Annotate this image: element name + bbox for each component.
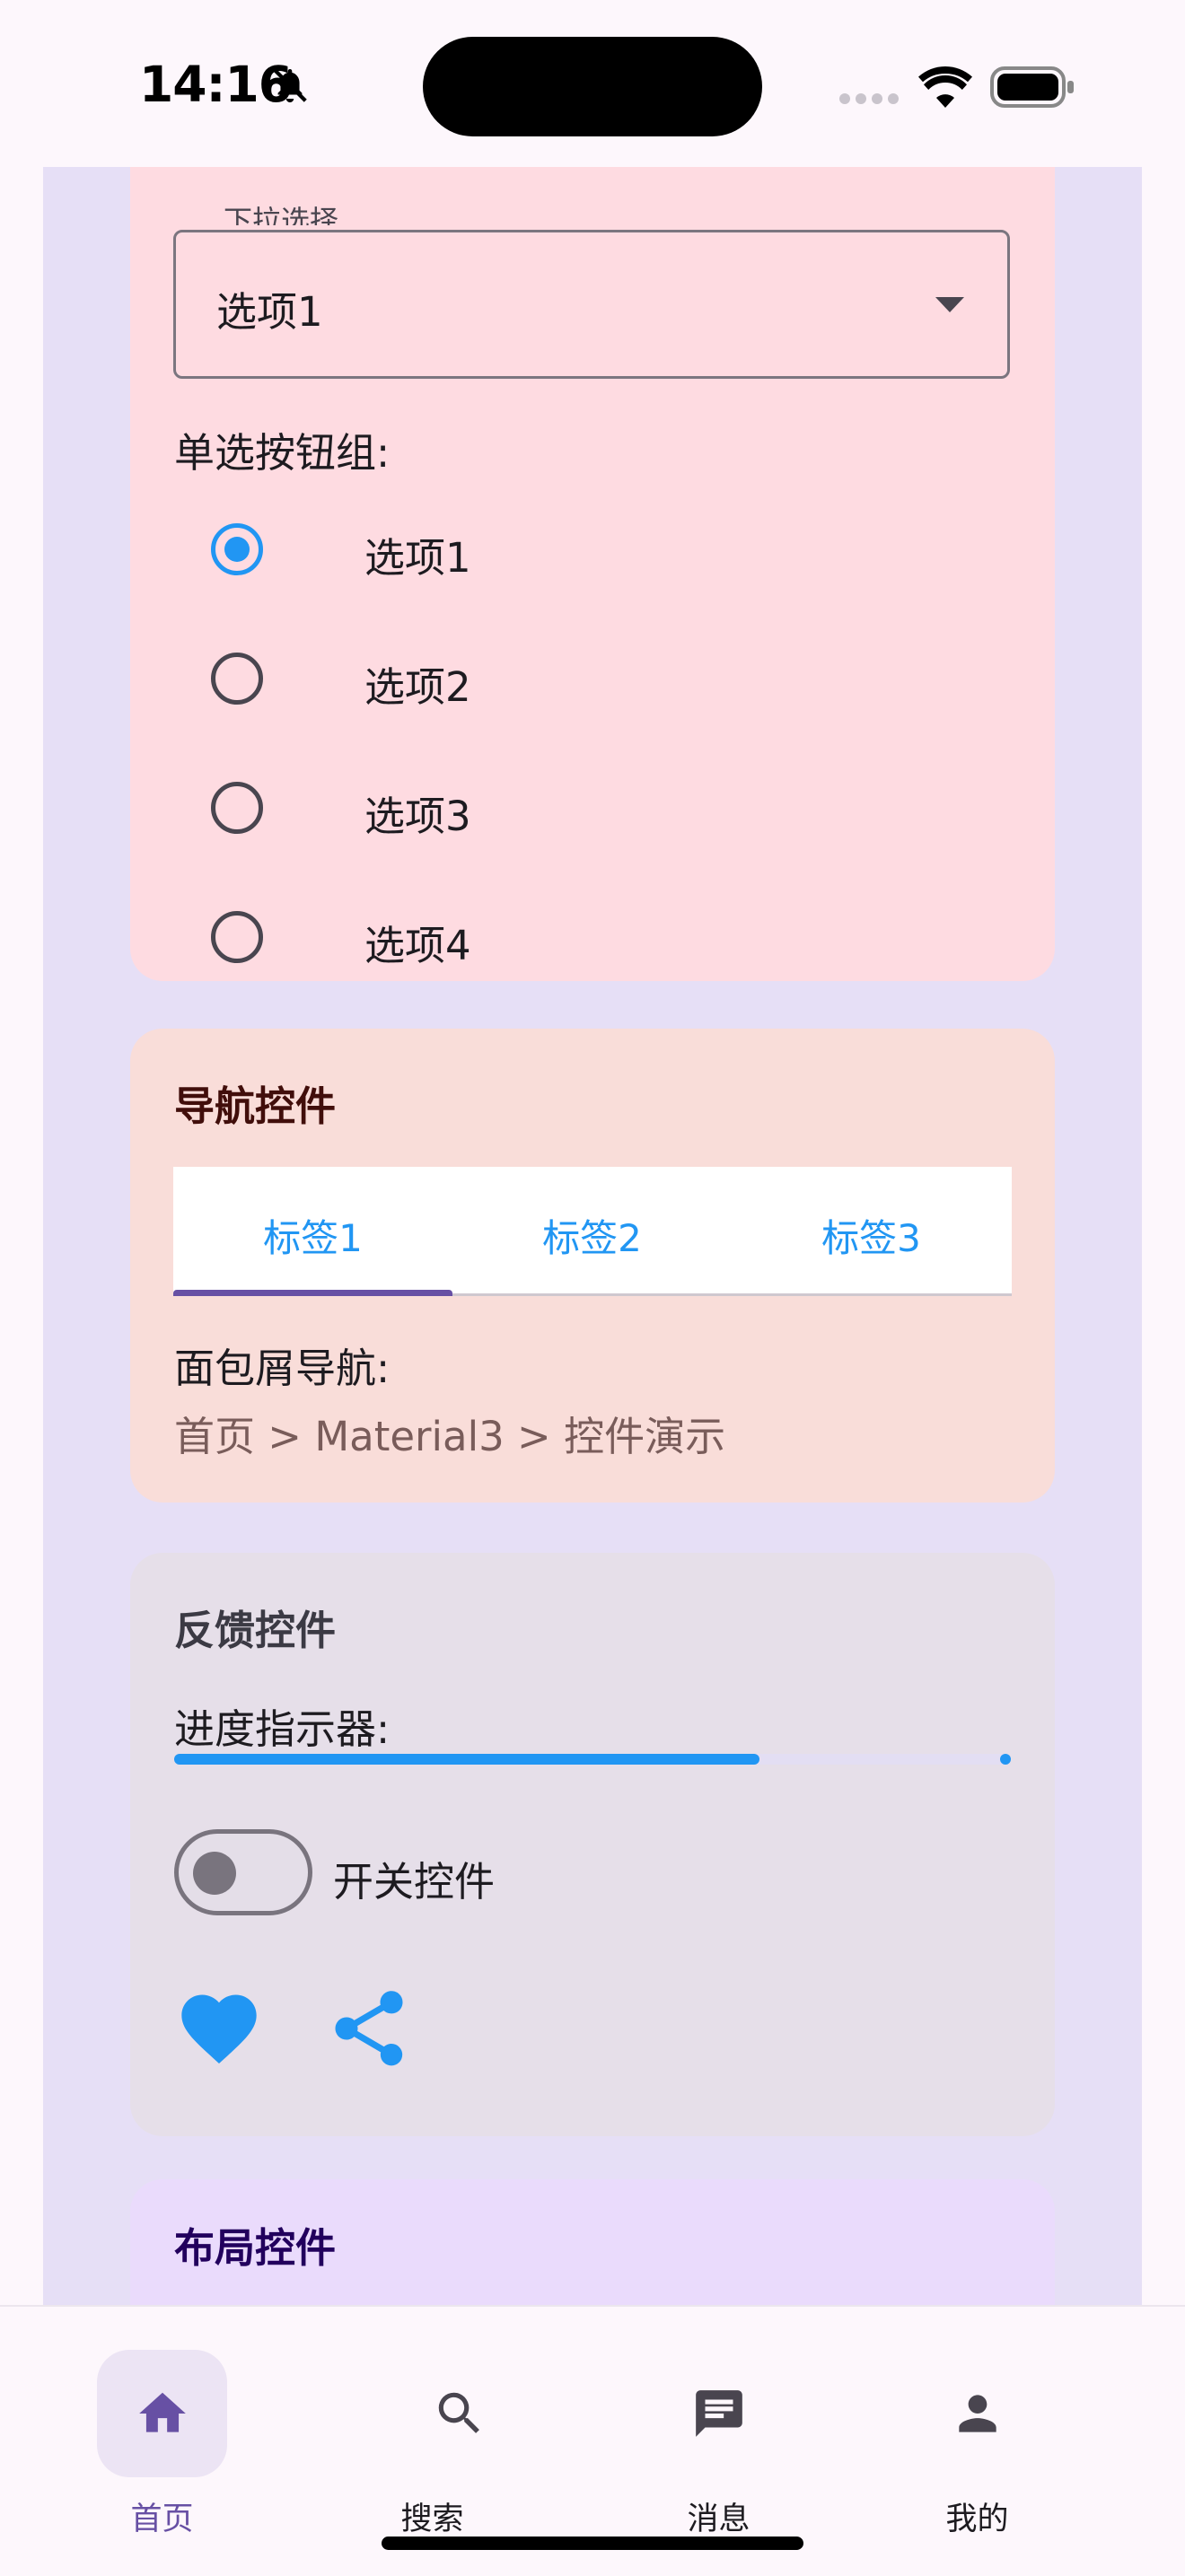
radio-group-label: 单选按钮组: [174, 429, 391, 477]
navigation-card: 导航控件 标签1 标签2 标签3 面包屑导航: 首页 > Material3 >… [130, 1029, 1055, 1503]
tab-indicator [173, 1290, 452, 1296]
nav-item-search[interactable]: 搜索 [297, 2307, 593, 2576]
radio-label: 选项3 [364, 793, 471, 840]
bell-off-icon [273, 68, 307, 103]
progress-label: 进度指示器: [174, 1705, 391, 1753]
nav-icon-container[interactable] [912, 2350, 1042, 2477]
radio-label: 选项4 [364, 922, 471, 969]
layout-card: 布局控件 [130, 2179, 1055, 2305]
radio-option-1[interactable]: 选项1 [174, 486, 892, 611]
switch-thumb[interactable] [193, 1852, 236, 1895]
dynamic-island [423, 37, 762, 136]
progress-stop-dot [1000, 1754, 1011, 1765]
radio-option-4[interactable]: 选项4 [174, 873, 892, 999]
tab-bar: 标签1 标签2 标签3 [173, 1167, 1012, 1296]
nav-item-profile[interactable]: 我的 [815, 2307, 1111, 2576]
radio-label: 选项1 [364, 534, 471, 582]
home-icon [139, 2392, 186, 2432]
tab-label: 标签1 [263, 1216, 363, 1260]
battery-icon [990, 66, 1074, 108]
nav-item-messages[interactable]: 消息 [557, 2307, 853, 2576]
selection-card: 下拉选择 选项1 单选按钮组: 选项1 选项2 选项3 选项4 [130, 167, 1055, 981]
feedback-card: 反馈控件 进度指示器: 开关控件 [130, 1553, 1055, 2136]
favorite-button[interactable] [174, 1984, 264, 2073]
radio-unchecked-icon[interactable] [211, 782, 263, 834]
radio-label: 选项2 [364, 663, 471, 711]
message-icon [696, 2390, 742, 2437]
radio-option-3[interactable]: 选项3 [174, 744, 892, 870]
search-icon [438, 2392, 479, 2433]
heart-icon [181, 1994, 257, 2063]
tab-label: 标签3 [821, 1216, 921, 1260]
nav-active-indicator[interactable] [97, 2350, 227, 2477]
dropdown-value: 选项1 [216, 288, 323, 336]
bottom-navigation-bar: 首页 搜索 消息 我的 [0, 2305, 1185, 2576]
wifi-icon [918, 66, 972, 108]
progress-fill [174, 1754, 760, 1765]
person-icon [959, 2395, 996, 2432]
radio-unchecked-icon[interactable] [211, 911, 263, 963]
tab-2[interactable]: 标签2 [452, 1167, 732, 1293]
radio-unchecked-icon[interactable] [211, 653, 263, 705]
progress-indicator [174, 1754, 1011, 1765]
card-title: 布局控件 [174, 2224, 337, 2272]
dropdown-label: 下拉选择 [216, 206, 347, 225]
nav-label: 搜索 [400, 2502, 464, 2537]
signal-icon [839, 93, 899, 104]
status-bar: 14:16 [0, 0, 1185, 167]
tab-label: 标签2 [542, 1216, 642, 1260]
nav-item-home[interactable]: 首页 [0, 2307, 296, 2576]
dropdown-select[interactable]: 下拉选择 选项1 [173, 206, 1010, 379]
switch-label: 开关控件 [333, 1858, 496, 1906]
home-indicator [382, 2537, 803, 2550]
share-icon [335, 1991, 403, 2066]
nav-label: 我的 [945, 2502, 1009, 2537]
card-title: 导航控件 [174, 1082, 337, 1130]
dropdown-arrow-icon [935, 297, 964, 312]
nav-icon-container[interactable] [654, 2350, 784, 2477]
nav-icon-container[interactable] [394, 2350, 524, 2477]
content-scroll-area[interactable]: 下拉选择 选项1 单选按钮组: 选项1 选项2 选项3 选项4 导航控件 标签1 [43, 167, 1142, 2305]
toggle-switch[interactable] [174, 1829, 312, 1915]
radio-option-2[interactable]: 选项2 [174, 615, 892, 740]
radio-checked-icon[interactable] [211, 523, 263, 575]
breadcrumb[interactable]: 首页 > Material3 > 控件演示 [174, 1404, 725, 1462]
tab-3[interactable]: 标签3 [732, 1167, 1011, 1293]
breadcrumb-label: 面包屑导航: [174, 1345, 391, 1392]
share-button[interactable] [324, 1984, 414, 2073]
card-title: 反馈控件 [174, 1607, 337, 1654]
tab-1[interactable]: 标签1 [173, 1167, 452, 1296]
